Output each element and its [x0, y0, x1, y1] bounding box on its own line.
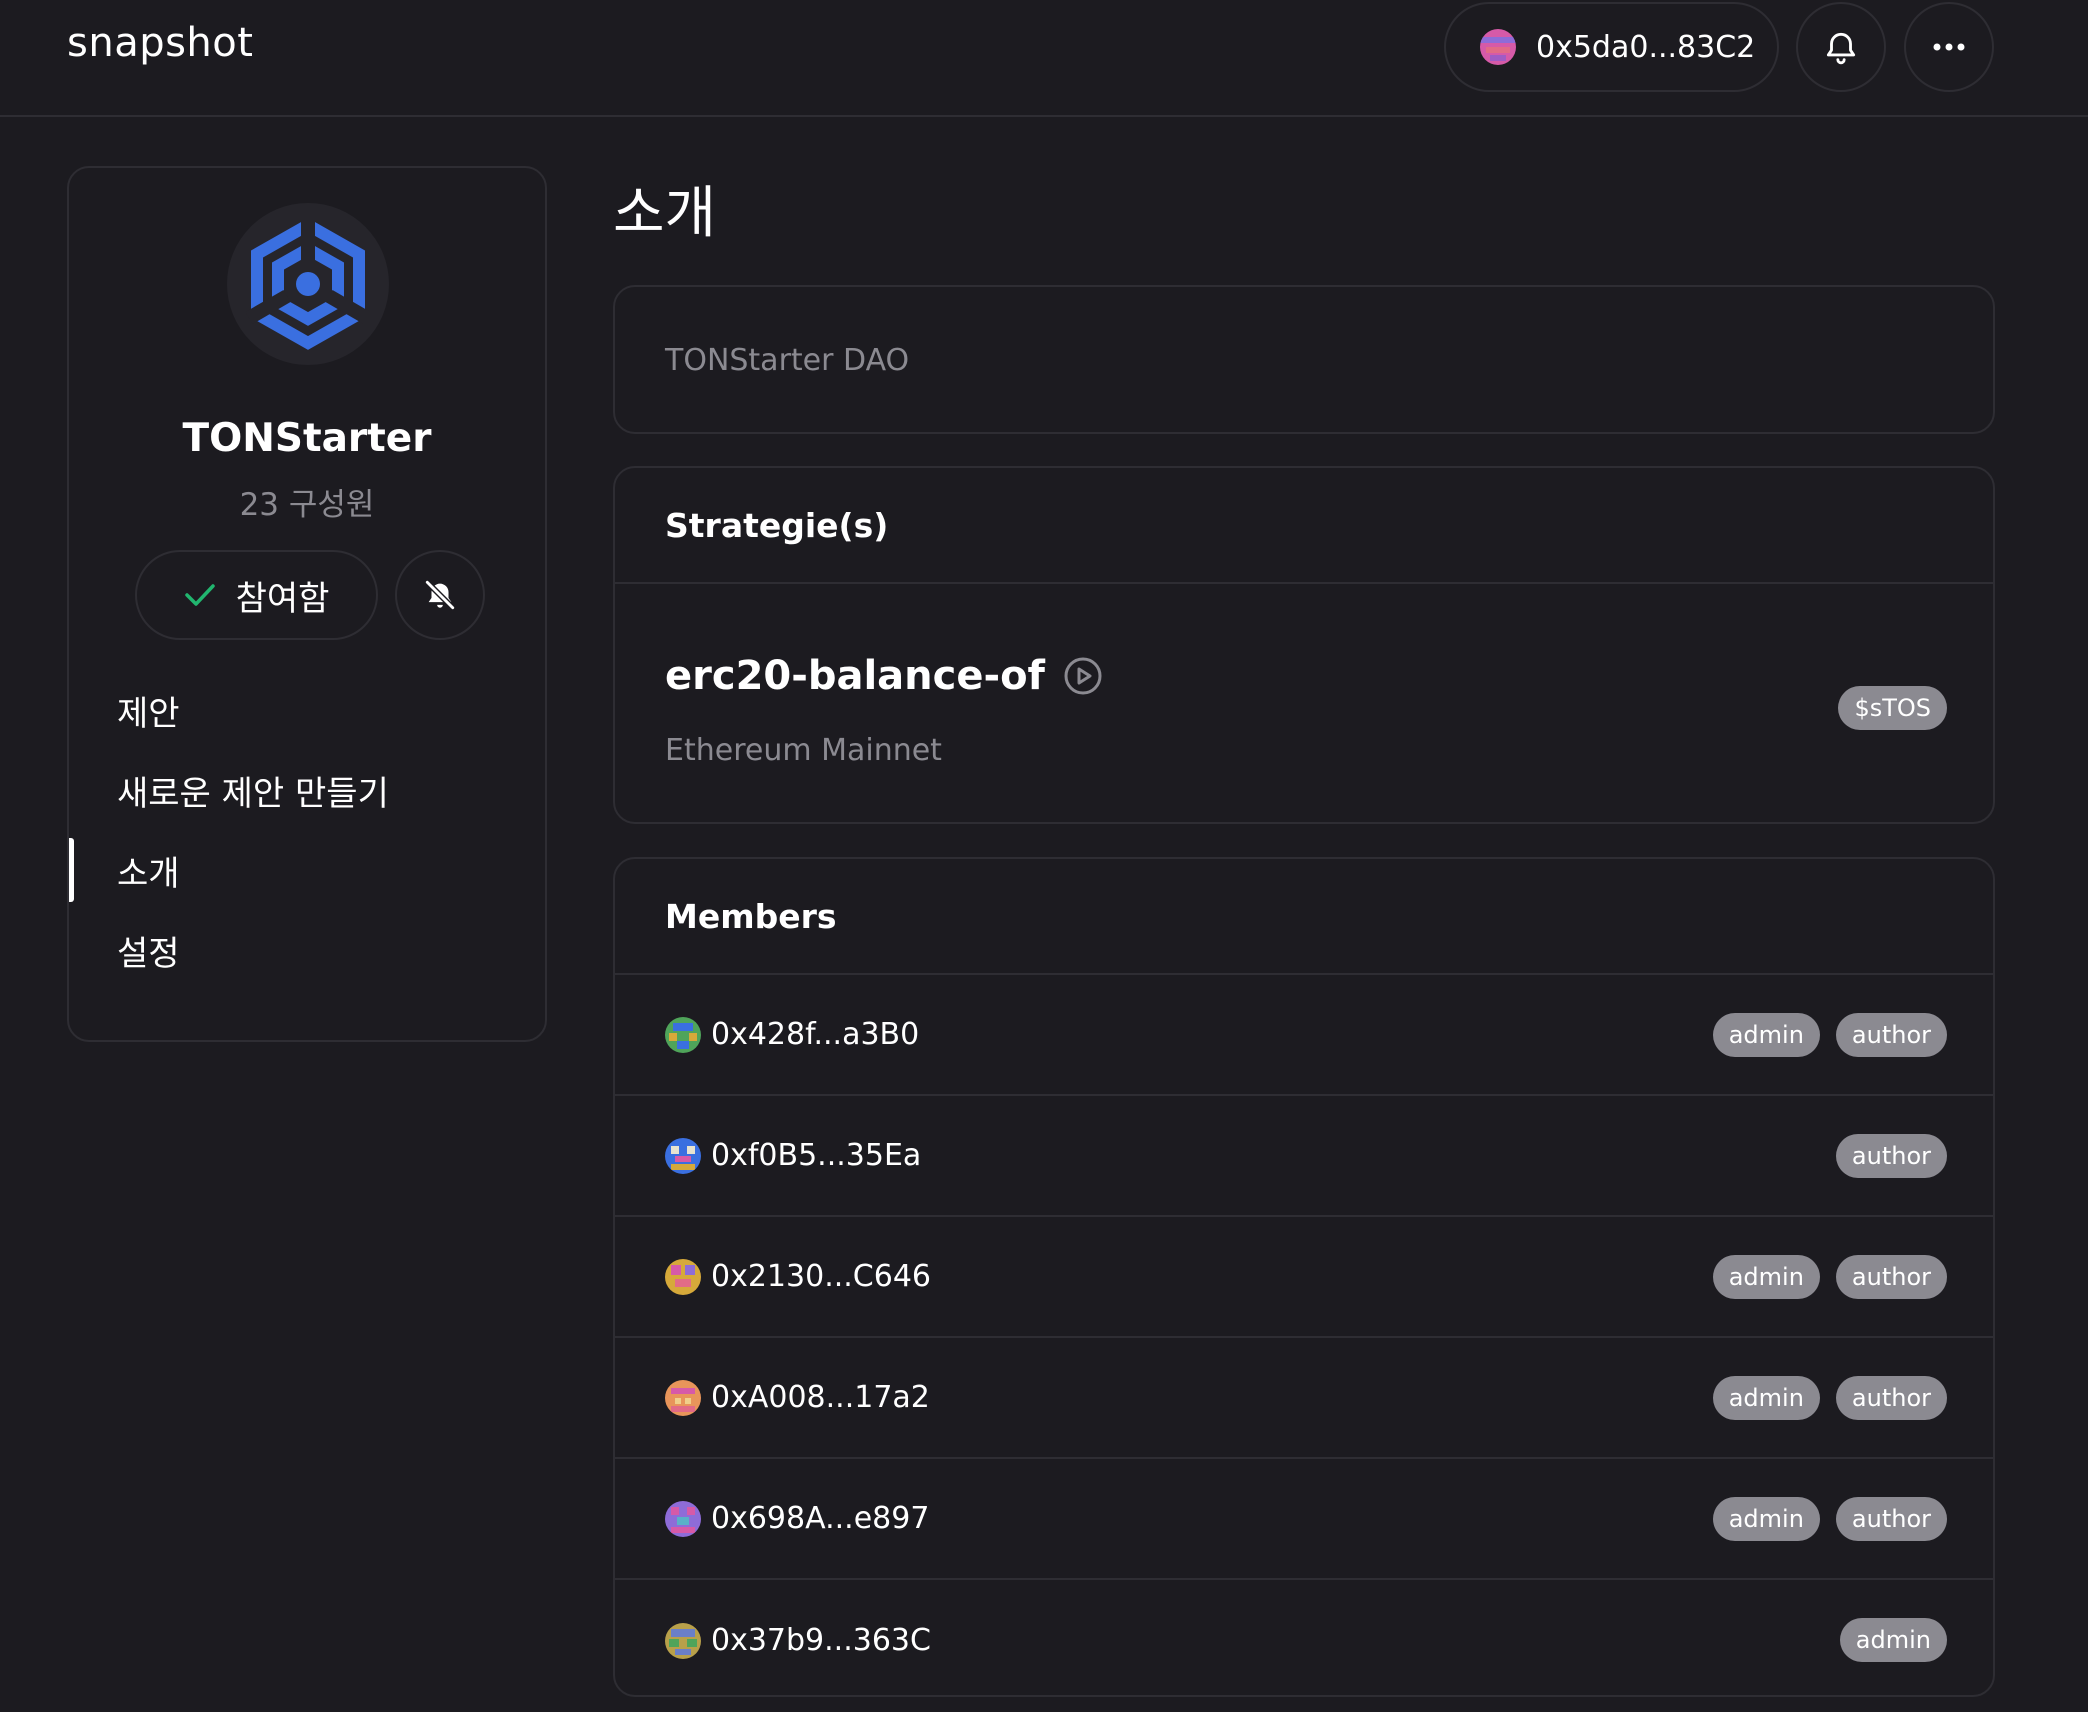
more-button[interactable] — [1904, 2, 1994, 92]
bell-icon — [1826, 32, 1856, 65]
mute-notifications-button[interactable] — [395, 550, 485, 640]
member-avatar — [665, 1016, 701, 1053]
nav-settings[interactable]: 설정 — [69, 910, 545, 990]
member-row[interactable]: 0x2130...C646 admin author — [615, 1217, 1993, 1338]
space-avatar — [227, 203, 389, 365]
check-icon — [184, 584, 215, 606]
member-address[interactable]: 0x37b9...363C — [711, 1623, 931, 1658]
account-button[interactable]: 0x5da0...83C2 — [1444, 2, 1779, 92]
nav-proposals[interactable]: 제안 — [69, 670, 545, 750]
role-badge-author: author — [1835, 1376, 1947, 1420]
member-roles: admin author — [1712, 1497, 1947, 1541]
member-row[interactable]: 0x428f...a3B0 admin author — [615, 975, 1993, 1096]
member-roles: admin author — [1712, 1255, 1947, 1299]
space-nav: 제안 새로운 제안 만들기 소개 설정 — [69, 670, 545, 990]
member-roles: admin author — [1712, 1376, 1947, 1420]
role-badge-admin: admin — [1712, 1497, 1820, 1541]
strategy-symbol-pill: $sTOS — [1838, 686, 1947, 730]
member-row[interactable]: 0xA008...17a2 admin author — [615, 1338, 1993, 1459]
bell-off-icon — [424, 579, 456, 611]
joined-label: 참여함 — [235, 578, 330, 619]
member-avatar — [665, 1379, 701, 1416]
strategy-network: Ethereum Mainnet — [665, 733, 942, 768]
member-address[interactable]: 0x2130...C646 — [711, 1259, 931, 1294]
member-address[interactable]: 0xA008...17a2 — [711, 1380, 930, 1415]
ellipsis-icon — [1933, 43, 1965, 51]
role-badge-author: author — [1835, 1497, 1947, 1541]
page-title: 소개 — [613, 181, 717, 246]
nav-about[interactable]: 소개 — [69, 830, 545, 910]
member-roles: admin author — [1712, 1013, 1947, 1057]
role-badge-admin: admin — [1712, 1376, 1820, 1420]
strategies-heading: Strategie(s) — [615, 468, 1993, 584]
about-card: TONStarter DAO — [613, 285, 1995, 434]
joined-button[interactable]: 참여함 — [135, 550, 378, 640]
member-row[interactable]: 0x698A...e897 admin author — [615, 1459, 1993, 1580]
member-row[interactable]: 0xf0B5...35Ea author — [615, 1096, 1993, 1217]
members-card: Members 0x428f...a3B0 admin author 0xf0B… — [613, 857, 1995, 1697]
play-circle-icon[interactable] — [1063, 656, 1103, 696]
member-roles: admin — [1839, 1618, 1947, 1662]
member-avatar — [665, 1258, 701, 1295]
nav-new-proposal[interactable]: 새로운 제안 만들기 — [69, 750, 545, 830]
role-badge-author: author — [1835, 1255, 1947, 1299]
role-badge-admin: admin — [1712, 1013, 1820, 1057]
member-avatar — [665, 1137, 701, 1174]
strategy-name: erc20-balance-of — [665, 653, 1103, 699]
symbol-badge: $sTOS — [1838, 686, 1947, 730]
about-text: TONStarter DAO — [665, 343, 910, 378]
role-badge-author: author — [1835, 1134, 1947, 1178]
members-heading: Members — [615, 859, 1993, 975]
snapshot-logo[interactable]: snapshot — [67, 20, 253, 66]
strategies-card: Strategie(s) erc20-balance-of Ethereum M… — [613, 466, 1995, 824]
member-address[interactable]: 0x428f...a3B0 — [711, 1017, 919, 1052]
space-name: TONStarter — [182, 416, 432, 461]
account-avatar — [1480, 29, 1516, 65]
role-badge-admin: admin — [1839, 1618, 1947, 1662]
space-sidebar: TONStarter 23 구성원 참여함 제안 새로운 제안 만들기 소개 설… — [67, 166, 547, 1042]
role-badge-author: author — [1835, 1013, 1947, 1057]
notifications-button[interactable] — [1796, 2, 1886, 92]
member-address[interactable]: 0xf0B5...35Ea — [711, 1138, 921, 1173]
member-avatar — [665, 1500, 701, 1537]
member-roles: author — [1835, 1134, 1947, 1178]
account-address: 0x5da0...83C2 — [1536, 29, 1756, 65]
strategy-name-text: erc20-balance-of — [665, 653, 1045, 699]
member-row[interactable]: 0x37b9...363C admin — [615, 1580, 1993, 1701]
members-count: 23 구성원 — [239, 487, 375, 523]
member-avatar — [665, 1622, 701, 1659]
top-bar: snapshot 0x5da0...83C2 — [0, 0, 2088, 117]
member-address[interactable]: 0x698A...e897 — [711, 1501, 929, 1536]
role-badge-admin: admin — [1712, 1255, 1820, 1299]
